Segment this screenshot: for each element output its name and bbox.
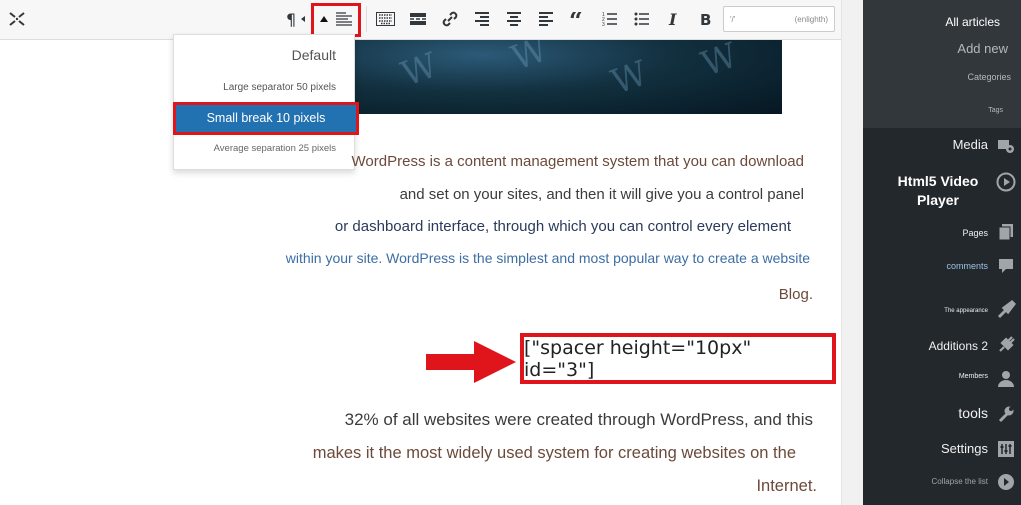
plugins-icon — [996, 335, 1016, 355]
keyboard-icon[interactable] — [375, 8, 395, 30]
svg-text:“: “ — [569, 12, 583, 26]
menu-collapse[interactable]: Collapse the list — [932, 477, 988, 486]
menu-media[interactable]: Media — [953, 137, 988, 152]
search-placeholder: (enlighth) — [794, 14, 828, 24]
svg-text:I: I — [668, 11, 677, 27]
menu-html5-video-player[interactable]: Html5 Video Player — [883, 172, 993, 210]
submenu-add-new[interactable]: Add new — [957, 41, 1008, 56]
svg-text:¶: ¶ — [286, 11, 296, 27]
dropdown-item-large[interactable]: Large separator 50 pixels — [174, 82, 356, 93]
pointer-arrow-icon — [426, 341, 516, 383]
spacer-dropdown: Default Large separator 50 pixels Small … — [173, 34, 359, 170]
paragraph-line: Internet. — [756, 477, 817, 495]
spacer-highlight — [311, 3, 361, 37]
settings-icon — [996, 439, 1016, 459]
search-prefix: '/' — [730, 14, 736, 24]
paragraph-line: or dashboard interface, through which yo… — [334, 218, 791, 235]
appearance-icon — [996, 300, 1016, 320]
menu-appearance[interactable]: The appearance — [944, 308, 988, 314]
editor-area: ¶ “ 123 — [0, 0, 842, 505]
admin-sidebar: All articles Add new Categories Tags Med… — [863, 0, 1021, 505]
fullscreen-icon[interactable] — [8, 8, 26, 30]
dropdown-item-average[interactable]: Average separation 25 pixels — [174, 143, 356, 154]
align-left-icon[interactable] — [536, 8, 556, 30]
menu-members[interactable]: Members — [959, 373, 988, 380]
menu-tools[interactable]: tools — [958, 405, 988, 421]
comments-icon — [996, 256, 1016, 276]
link-icon[interactable] — [440, 8, 460, 30]
svg-text:3: 3 — [602, 22, 605, 27]
more-tag-icon[interactable] — [408, 8, 428, 30]
menu-settings[interactable]: Settings — [941, 441, 988, 456]
paragraph-line: Blog. — [778, 286, 813, 303]
menu-comments[interactable]: comments — [946, 261, 988, 271]
align-right-icon[interactable] — [472, 8, 492, 30]
editor-scrollbar[interactable] — [841, 0, 863, 505]
collapse-icon[interactable] — [996, 472, 1016, 492]
paragraph-line: and set on your sites, and then it will … — [399, 186, 804, 203]
toolbar-divider — [366, 6, 367, 32]
menu-additions[interactable]: Additions 2 — [929, 339, 988, 353]
spacer-shortcode[interactable]: ["spacer height="10px" id="3"] — [520, 333, 836, 384]
submenu-all-articles[interactable]: All articles — [945, 15, 1000, 29]
svg-text:B: B — [700, 11, 711, 27]
blockquote-icon[interactable]: “ — [568, 8, 588, 30]
paragraph-line: 32% of all websites were created through… — [344, 410, 813, 429]
dropdown-item-default[interactable]: Default — [174, 47, 356, 63]
bulleted-list-icon[interactable] — [632, 8, 652, 30]
paragraph-line: WordPress is a content management system… — [351, 153, 804, 170]
dropdown-item-small-selected[interactable]: Small break 10 pixels — [173, 102, 359, 135]
editor-toolbar: ¶ “ 123 — [0, 0, 842, 40]
users-icon — [996, 369, 1016, 389]
submenu-tags[interactable]: Tags — [988, 107, 1003, 114]
play-icon — [996, 172, 1016, 192]
paragraph-line: makes it the most widely used system for… — [312, 444, 796, 462]
numbered-list-icon[interactable]: 123 — [600, 8, 620, 30]
paragraph-icon[interactable]: ¶ — [286, 8, 306, 30]
align-center-icon[interactable] — [504, 8, 524, 30]
italic-icon[interactable]: I — [664, 8, 684, 30]
media-icon — [996, 136, 1016, 156]
tools-icon — [996, 404, 1016, 424]
toolbar-search-field[interactable]: '/' (enlighth) — [723, 6, 835, 32]
featured-image: W W W W — [352, 40, 782, 114]
paragraph-line: within your site. WordPress is the simpl… — [285, 250, 810, 266]
menu-pages[interactable]: Pages — [962, 228, 988, 238]
pages-icon — [996, 222, 1016, 242]
submenu-categories[interactable]: Categories — [967, 72, 1011, 82]
bold-icon[interactable]: B — [696, 8, 716, 30]
